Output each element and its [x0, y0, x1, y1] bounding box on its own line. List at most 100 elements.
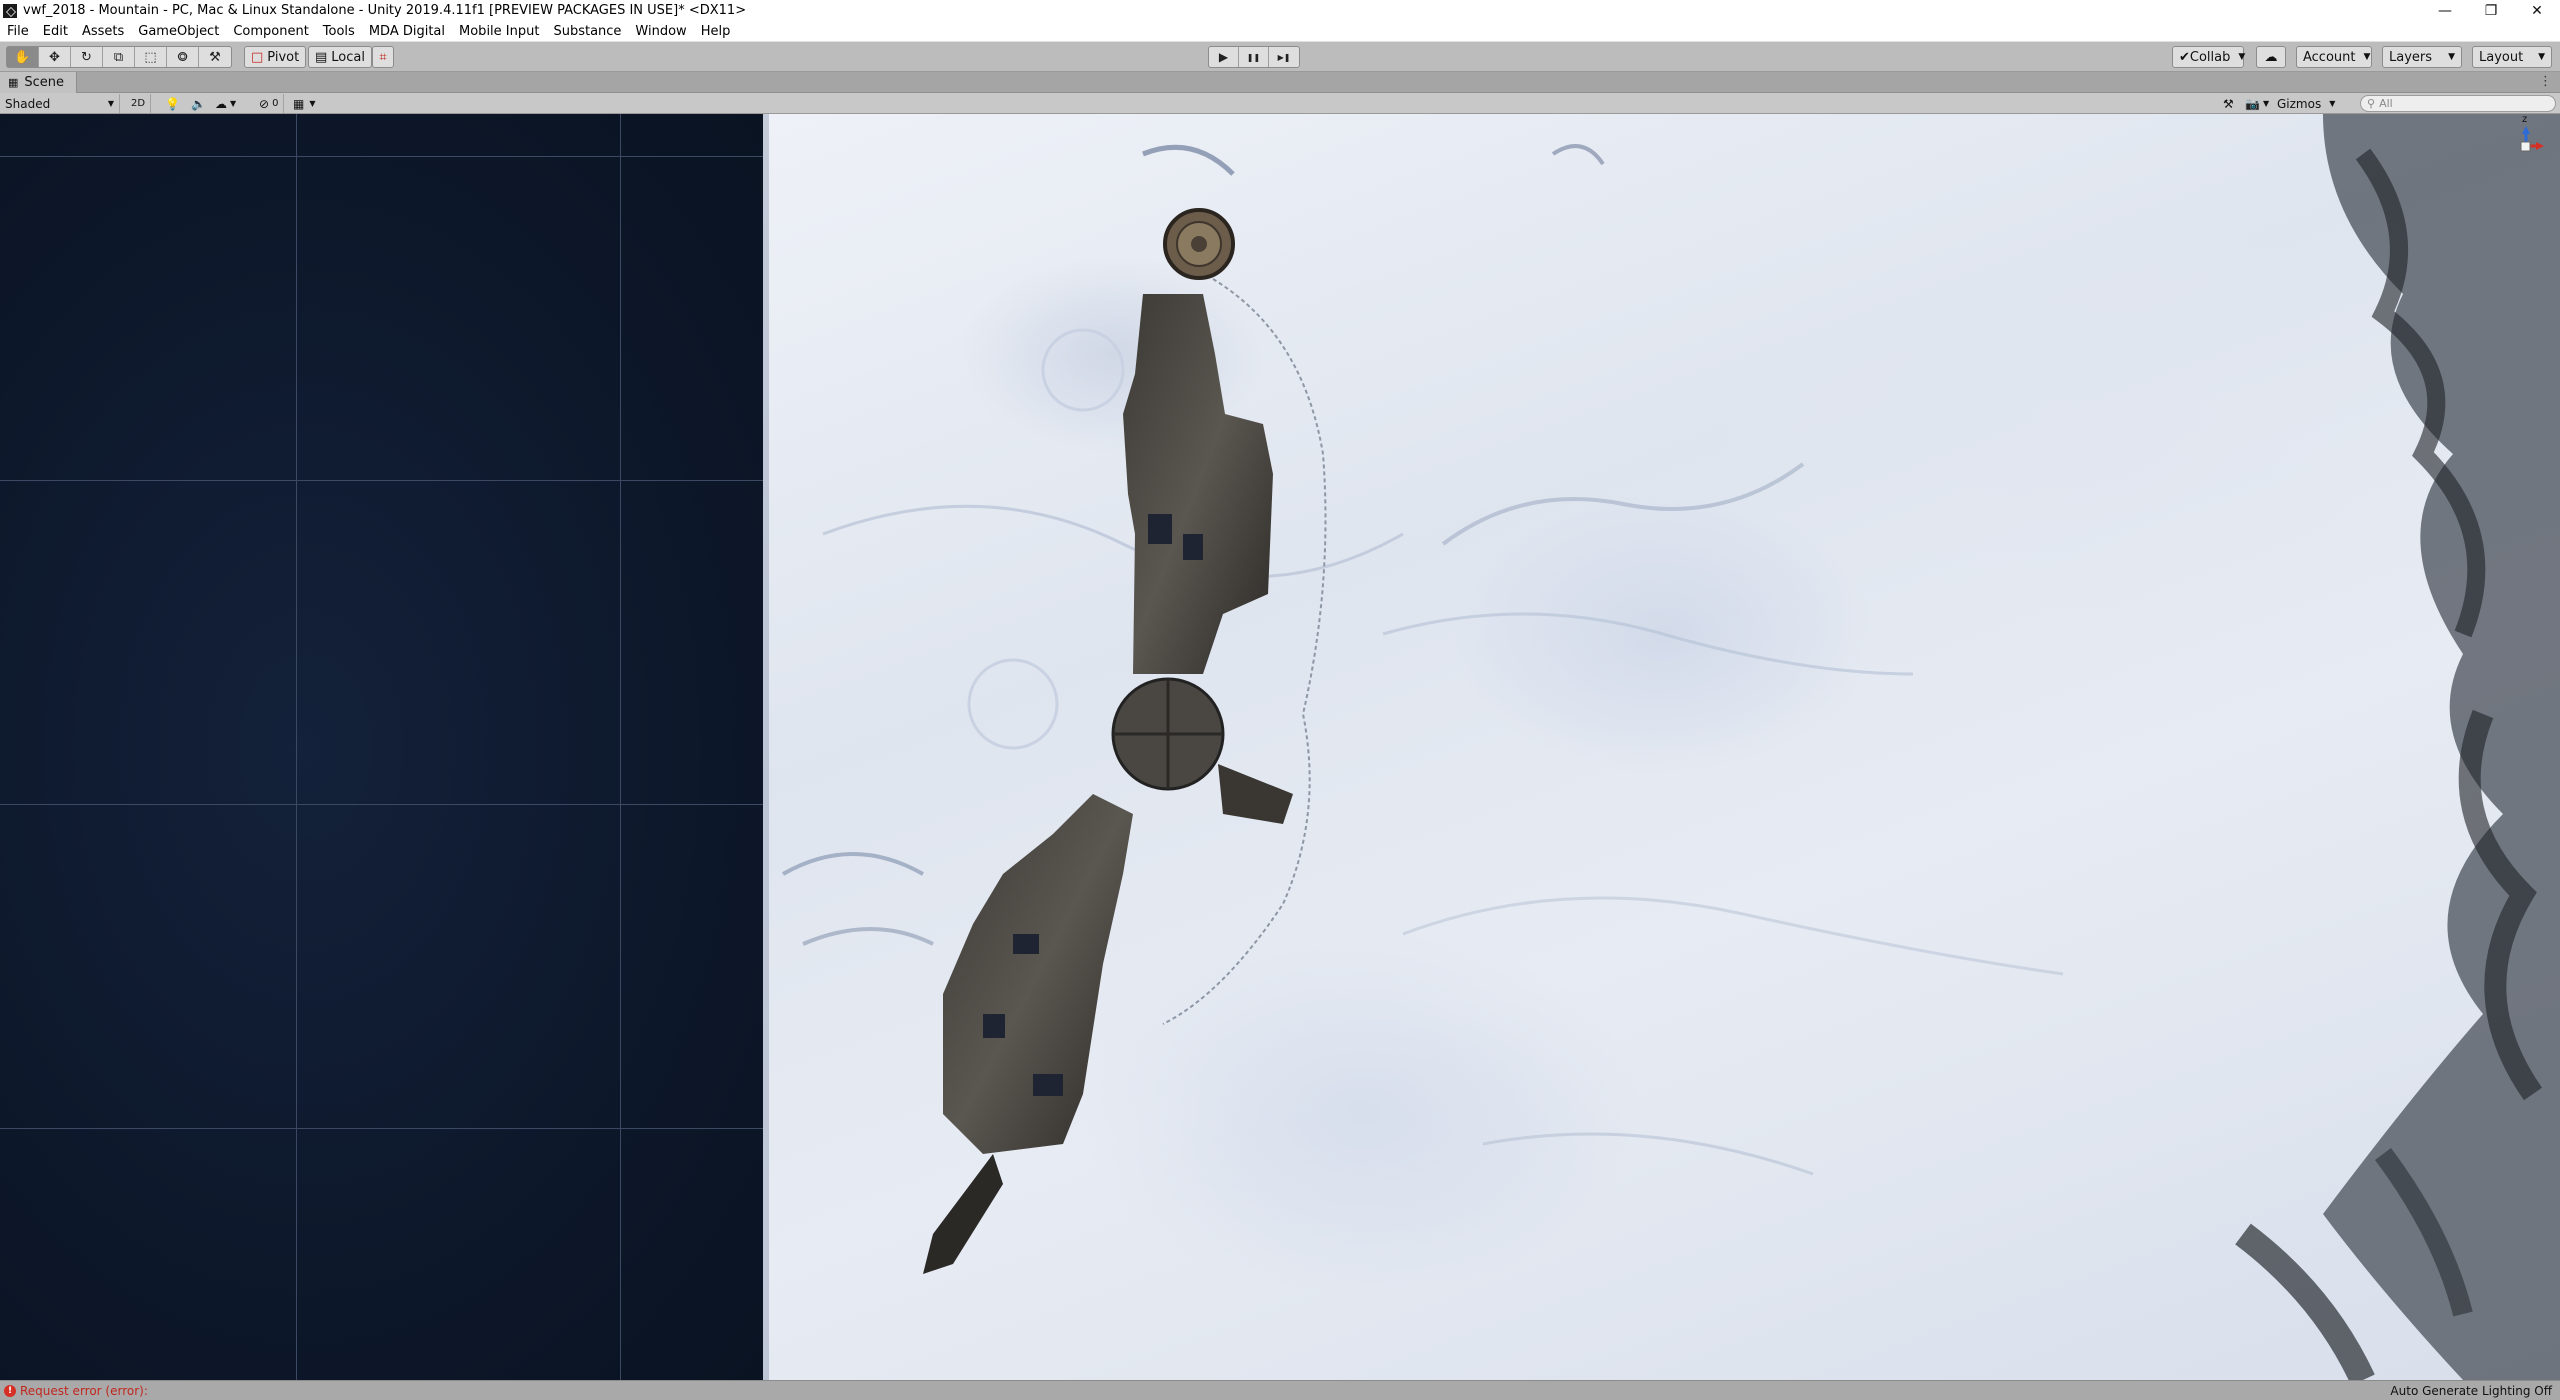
axis-gizmo-icon [2520, 126, 2544, 152]
window-title-bar: vwf_2018 - Mountain - PC, Mac & Linux St… [0, 0, 2560, 21]
rotate-tool-button[interactable]: ↻ [71, 47, 103, 67]
light-bulb-icon: 💡 [165, 96, 180, 111]
error-icon: ! [4, 1384, 16, 1397]
menu-tools[interactable]: Tools [316, 24, 362, 39]
orientation-gizmo[interactable]: z [2506, 114, 2546, 160]
mode-2d-label: 2D [131, 98, 146, 109]
pause-button[interactable]: ❚❚ [1239, 47, 1269, 67]
window-title: vwf_2018 - Mountain - PC, Mac & Linux St… [23, 3, 747, 18]
menu-bar: File Edit Assets GameObject Component To… [0, 21, 2560, 42]
chevron-down-icon: ▼ [230, 99, 237, 108]
gizmos-label: Gizmos [2277, 96, 2322, 111]
lighting-toggle[interactable]: 💡 [160, 94, 185, 113]
cloud-icon: ☁ [2264, 49, 2278, 65]
pause-icon: ❚❚ [1246, 52, 1261, 62]
grid-snap-icon: ⌗ [379, 49, 387, 65]
collab-dropdown[interactable]: ✔ Collab ▼ [2172, 46, 2246, 68]
gizmos-dropdown[interactable]: Gizmos ▼ [2272, 94, 2340, 113]
menu-help[interactable]: Help [694, 24, 738, 39]
menu-substance[interactable]: Substance [546, 24, 628, 39]
console-error-message[interactable]: ! Request error (error): [4, 1384, 148, 1398]
maximize-button[interactable]: ❐ [2468, 0, 2514, 21]
draw-mode-dropdown[interactable]: Shaded ▼ [0, 94, 120, 113]
rect-icon: ⬚ [144, 49, 157, 65]
effects-dropdown[interactable]: ☁ ▼ [210, 94, 241, 113]
toggle-2d-button[interactable]: 2D [126, 94, 152, 113]
account-label: Account [2303, 49, 2356, 65]
grid-snap-button[interactable]: ⌗ [372, 46, 394, 68]
layout-dropdown[interactable]: Layout ▼ [2472, 46, 2552, 68]
hidden-objects-toggle[interactable]: ⊘ 0 [254, 94, 285, 113]
pivot-icon: □ [251, 49, 264, 65]
grid-line [620, 114, 621, 1380]
tools-settings-button[interactable]: ⚒ [2218, 94, 2239, 113]
move-tool-button[interactable]: ✥ [39, 47, 71, 67]
menu-mobile-input[interactable]: Mobile Input [452, 24, 546, 39]
effects-icon: ☁ [215, 96, 227, 111]
search-placeholder: All [2379, 97, 2393, 110]
grid-dropdown[interactable]: ▦ ▼ [288, 94, 321, 113]
scene-viewport[interactable]: z [0, 114, 2560, 1380]
playback-controls: ▶ ❚❚ ▶❚ [1208, 46, 1300, 68]
menu-edit[interactable]: Edit [36, 24, 75, 39]
chevron-down-icon: ▼ [2363, 52, 2371, 62]
rotate-icon: ↻ [81, 49, 92, 65]
camera-dropdown[interactable]: 📷 ▼ [2240, 94, 2274, 113]
pivot-label: Pivot [267, 49, 300, 65]
hidden-count: 0 [272, 98, 279, 109]
scene-tab-bar: ▦ Scene ⋮ [0, 71, 2560, 93]
hand-tool-button[interactable]: ✋ [7, 47, 39, 67]
transform-tool-button[interactable]: ⭗ [167, 47, 199, 67]
scene-grid-area [0, 114, 763, 1380]
snow-terrain: z [763, 114, 2560, 1380]
step-button[interactable]: ▶❚ [1269, 47, 1299, 67]
menu-component[interactable]: Component [226, 24, 315, 39]
chevron-down-icon: ▼ [2238, 52, 2246, 62]
close-button[interactable]: ✕ [2514, 0, 2560, 21]
collab-label: Collab [2189, 49, 2231, 65]
scene-tab-label: Scene [24, 74, 65, 90]
menu-file[interactable]: File [0, 24, 36, 39]
rect-tool-button[interactable]: ⬚ [135, 47, 167, 67]
hand-icon: ✋ [14, 49, 31, 65]
chevron-down-icon: ▼ [2262, 99, 2270, 108]
local-icon: ▤ [315, 49, 328, 65]
local-toggle[interactable]: ▤ Local [308, 46, 372, 68]
camera-icon: 📷 [2245, 96, 2260, 111]
eye-slash-icon: ⊘ [259, 96, 270, 111]
custom-tool-button[interactable]: ⚒ [199, 47, 231, 67]
menu-assets[interactable]: Assets [75, 24, 131, 39]
draw-mode-label: Shaded [5, 96, 51, 111]
tab-menu-icon[interactable]: ⋮ [2539, 74, 2552, 89]
grid-line [0, 480, 763, 481]
pivot-toggle[interactable]: □ Pivot [244, 46, 307, 68]
play-button[interactable]: ▶ [1209, 47, 1239, 67]
scale-tool-button[interactable]: ⧉ [103, 47, 135, 67]
transform-icon: ⭗ [177, 49, 188, 65]
search-icon: ⚲ [2367, 97, 2376, 110]
account-dropdown[interactable]: Account ▼ [2296, 46, 2372, 68]
step-icon: ▶❚ [1277, 52, 1291, 62]
minimize-button[interactable]: — [2422, 0, 2468, 21]
tab-scene[interactable]: ▦ Scene [0, 71, 78, 93]
axis-z-label: z [2522, 114, 2528, 125]
menu-gameobject[interactable]: GameObject [131, 24, 226, 39]
collab-check-icon: ✔ [2179, 49, 2190, 65]
local-label: Local [331, 49, 365, 65]
scene-icon: ▦ [8, 75, 19, 89]
lighting-status[interactable]: Auto Generate Lighting Off [2390, 1384, 2552, 1398]
layers-label: Layers [2389, 49, 2433, 65]
chevron-down-icon: ▼ [2448, 52, 2455, 62]
audio-toggle[interactable]: 🔈 [186, 94, 211, 113]
menu-mda-digital[interactable]: MDA Digital [362, 24, 452, 39]
unity-logo-icon [3, 3, 17, 18]
chevron-down-icon: ▼ [2538, 52, 2545, 62]
chevron-down-icon: ▼ [107, 99, 114, 108]
grid-line [0, 156, 763, 157]
layout-label: Layout [2479, 49, 2524, 65]
cloud-button[interactable]: ☁ [2256, 46, 2286, 68]
menu-window[interactable]: Window [628, 24, 693, 39]
scene-search-input[interactable]: ⚲ All [2360, 95, 2556, 112]
grid-line [0, 804, 763, 805]
layers-dropdown[interactable]: Layers ▼ [2382, 46, 2462, 68]
